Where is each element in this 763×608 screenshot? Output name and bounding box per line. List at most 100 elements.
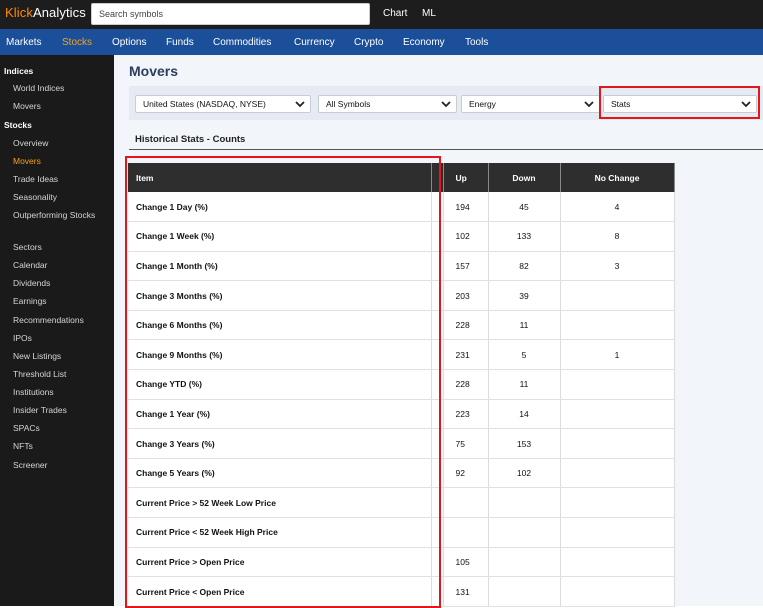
sidebar-item-spacs[interactable]: SPACs	[13, 423, 40, 434]
column-header-down[interactable]: Down	[488, 163, 561, 192]
table-row: Change 5 Years (%) 92 102	[128, 458, 675, 489]
sidebar-item-trade-ideas[interactable]: Trade Ideas	[13, 174, 58, 185]
sidebar-item-seasonality[interactable]: Seasonality	[13, 192, 57, 203]
row-spacer	[431, 280, 444, 311]
row-down: 102	[488, 458, 561, 489]
row-no-change: 8	[560, 221, 675, 252]
sidebar-item-new-listings[interactable]: New Listings	[13, 351, 61, 362]
row-up: 105	[443, 547, 489, 578]
symbols-select-value: All Symbols	[326, 99, 371, 109]
nav-options[interactable]: Options	[112, 37, 146, 48]
row-no-change	[560, 310, 675, 341]
nav-economy[interactable]: Economy	[403, 37, 445, 48]
row-down: 11	[488, 310, 561, 341]
row-no-change	[560, 369, 675, 400]
row-spacer	[431, 221, 444, 252]
table-row: Change 3 Years (%) 75 153	[128, 428, 675, 459]
sidebar-header-stocks: Stocks	[4, 120, 32, 130]
row-spacer	[431, 487, 444, 519]
sidebar-item-threshold-list[interactable]: Threshold List	[13, 369, 66, 380]
nav-markets[interactable]: Markets	[6, 37, 42, 48]
row-item: Change YTD (%)	[128, 369, 432, 400]
row-down	[488, 487, 561, 519]
table-row: Change 1 Month (%) 157 82 3	[128, 251, 675, 282]
market-select[interactable]: United States (NASDAQ, NYSE)	[135, 95, 311, 113]
nav-currency[interactable]: Currency	[294, 37, 335, 48]
row-down: 45	[488, 192, 561, 223]
chart-link[interactable]: Chart	[383, 8, 407, 19]
row-item: Change 1 Month (%)	[128, 251, 432, 282]
sidebar-item-institutions[interactable]: Institutions	[13, 387, 54, 398]
row-spacer	[431, 251, 444, 282]
row-down: 153	[488, 428, 561, 459]
sidebar-item-overview[interactable]: Overview	[13, 138, 48, 149]
sidebar-item-nfts[interactable]: NFTs	[13, 441, 33, 452]
stats-table-body: Change 1 Day (%) 194 45 4 Change 1 Week (%) 1…	[128, 192, 675, 607]
row-item: Change 1 Year (%)	[128, 399, 432, 430]
brand-logo[interactable]: KlickAnalytics	[5, 5, 86, 20]
main-nav: Markets Stocks Options Funds Commodities…	[0, 29, 763, 55]
nav-commodities[interactable]: Commodities	[213, 37, 271, 48]
column-header-no-change[interactable]: No Change	[560, 163, 675, 192]
sidebar-item-world-indices[interactable]: World Indices	[13, 83, 64, 94]
table-row: Change YTD (%) 228 11	[128, 369, 675, 400]
row-down	[488, 547, 561, 578]
row-up: 131	[443, 576, 489, 607]
sidebar-item-screener[interactable]: Screener	[13, 460, 48, 471]
row-item: Change 1 Week (%)	[128, 221, 432, 252]
row-no-change	[560, 547, 675, 578]
search-input[interactable]	[91, 3, 370, 25]
sidebar-item-dividends[interactable]: Dividends	[13, 278, 50, 289]
sidebar-item-recommendations[interactable]: Recommendations	[13, 315, 84, 326]
sidebar-item-movers[interactable]: Movers	[13, 156, 41, 167]
sidebar-item-ipos[interactable]: IPOs	[13, 333, 32, 344]
row-spacer	[431, 576, 444, 607]
table-row: Change 1 Week (%) 102 133 8	[128, 221, 675, 252]
section-divider	[129, 149, 763, 150]
chevron-down-icon	[295, 101, 305, 108]
row-up: 228	[443, 369, 489, 400]
row-item: Change 6 Months (%)	[128, 310, 432, 341]
column-header-item[interactable]: Item	[128, 163, 432, 192]
row-no-change: 3	[560, 251, 675, 282]
nav-funds[interactable]: Funds	[166, 37, 194, 48]
row-spacer	[431, 547, 444, 578]
nav-stocks[interactable]: Stocks	[62, 37, 92, 48]
table-row: Change 1 Day (%) 194 45 4	[128, 192, 675, 223]
chevron-down-icon	[584, 101, 594, 108]
row-spacer	[431, 369, 444, 400]
sidebar-item-indices-movers[interactable]: Movers	[13, 101, 41, 112]
sidebar-item-calendar[interactable]: Calendar	[13, 260, 48, 271]
table-row: Change 3 Months (%) 203 39	[128, 280, 675, 311]
brand-prefix: Klick	[5, 5, 33, 20]
row-no-change	[560, 458, 675, 489]
row-spacer	[431, 339, 444, 371]
market-select-value: United States (NASDAQ, NYSE)	[143, 99, 266, 109]
nav-tools[interactable]: Tools	[465, 37, 488, 48]
row-no-change: 1	[560, 339, 675, 371]
row-down: 39	[488, 280, 561, 311]
stats-table: Item Up Down No Change Change 1 Day (%) 1…	[128, 163, 675, 607]
nav-crypto[interactable]: Crypto	[354, 37, 383, 48]
sector-select[interactable]: Energy	[461, 95, 600, 113]
row-item: Change 9 Months (%)	[128, 339, 432, 371]
section-title: Historical Stats - Counts	[135, 134, 246, 145]
row-item: Change 5 Years (%)	[128, 458, 432, 489]
column-header-up[interactable]: Up	[443, 163, 489, 192]
sidebar-item-insider-trades[interactable]: Insider Trades	[13, 405, 67, 416]
row-no-change	[560, 399, 675, 430]
sidebar-header-indices: Indices	[4, 66, 34, 76]
ml-link[interactable]: ML	[422, 8, 436, 19]
table-row: Change 6 Months (%) 228 11	[128, 310, 675, 341]
sidebar-item-earnings[interactable]: Earnings	[13, 296, 47, 307]
row-up	[443, 517, 489, 548]
sidebar: Indices World Indices Movers Stocks Over…	[0, 55, 114, 606]
symbols-select[interactable]: All Symbols	[318, 95, 457, 113]
row-up: 203	[443, 280, 489, 311]
sidebar-item-outperforming-stocks[interactable]: Outperforming Stocks	[13, 210, 103, 221]
row-no-change	[560, 487, 675, 519]
chevron-down-icon	[441, 101, 451, 108]
row-item: Change 3 Years (%)	[128, 428, 432, 459]
sidebar-item-sectors[interactable]: Sectors	[13, 242, 42, 253]
row-up: 228	[443, 310, 489, 341]
